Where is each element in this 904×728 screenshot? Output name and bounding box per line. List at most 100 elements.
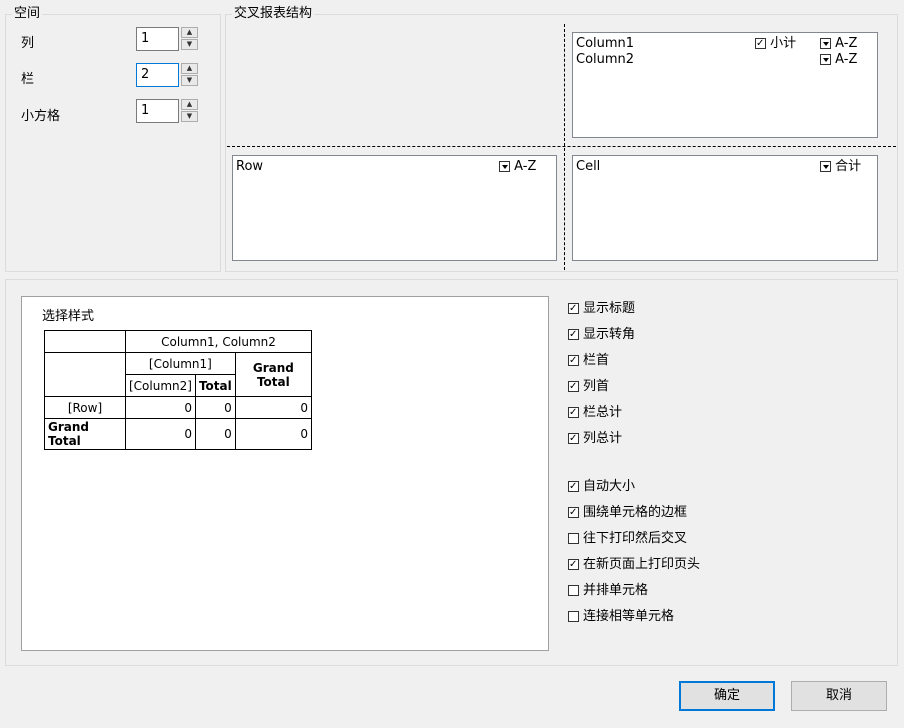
spacing-group-title: 空间 <box>12 6 43 21</box>
columns-input[interactable]: 1 <box>136 27 179 51</box>
rows-input[interactable]: 2 <box>136 63 179 87</box>
row-header-corner <box>44 352 126 397</box>
arrow-up-icon: ▲ <box>186 28 193 36</box>
cells-label: 小方格 <box>21 109 61 124</box>
structure-horizontal-divider <box>227 146 896 147</box>
columns-label: 列 <box>21 36 35 51</box>
cells-spinner[interactable]: 1 ▲ ▼ <box>136 99 198 123</box>
cancel-button[interactable]: 取消 <box>791 681 887 711</box>
column-field-1[interactable]: Column1 <box>576 36 634 52</box>
sort-label: A-Z <box>835 36 858 51</box>
row-label-cell: [Row] <box>44 396 126 419</box>
checked-checkbox-icon[interactable] <box>568 381 579 392</box>
checked-checkbox-icon[interactable] <box>568 303 579 314</box>
value-cell: 0 <box>234 418 313 450</box>
unchecked-checkbox-icon[interactable] <box>568 585 579 596</box>
columns-down-button[interactable]: ▼ <box>181 39 198 50</box>
option-3[interactable]: 列首 <box>568 379 609 395</box>
checked-checkbox-icon[interactable] <box>568 559 579 570</box>
unchecked-checkbox-icon[interactable] <box>568 611 579 622</box>
checked-checkbox-icon[interactable] <box>568 481 579 492</box>
value-cell: 0 <box>194 418 236 450</box>
row-field-sort[interactable]: A-Z <box>499 159 536 175</box>
rows-label: 栏 <box>21 72 35 87</box>
checked-checkbox-icon[interactable] <box>568 407 579 418</box>
option-label: 往下打印然后交叉 <box>583 531 688 546</box>
value-cell: 0 <box>194 396 236 419</box>
column-field-2-sort[interactable]: A-Z <box>820 52 857 68</box>
checked-checkbox-icon[interactable] <box>568 355 579 366</box>
ok-button[interactable]: 确定 <box>679 681 775 711</box>
column-field-2[interactable]: Column2 <box>576 52 634 68</box>
column1-header: [Column1] <box>125 352 236 375</box>
option-label: 列首 <box>583 379 610 394</box>
header-columns-cell: Column1, Column2 <box>125 330 312 353</box>
checked-checkbox-icon[interactable] <box>568 433 579 444</box>
option-label: 自动大小 <box>583 479 636 494</box>
option-0[interactable]: 显示标题 <box>568 301 635 317</box>
checked-checkbox-icon[interactable] <box>568 329 579 340</box>
arrow-down-icon: ▼ <box>186 112 193 120</box>
rows-down-button[interactable]: ▼ <box>181 75 198 86</box>
spacing-group: 空间 <box>5 7 221 272</box>
option-label: 显示转角 <box>583 327 636 342</box>
unchecked-checkbox-icon[interactable] <box>568 533 579 544</box>
arrow-up-icon: ▲ <box>186 64 193 72</box>
subtotal-checkbox[interactable] <box>755 38 766 49</box>
columns-spinner[interactable]: 1 ▲ ▼ <box>136 27 198 51</box>
aggregate-dropdown-icon[interactable] <box>820 161 831 172</box>
grand-total-row-label: Grand Total <box>44 418 126 450</box>
option-label: 围绕单元格的边框 <box>583 505 688 520</box>
cells-up-button[interactable]: ▲ <box>181 99 198 110</box>
total-header: Total <box>194 374 236 397</box>
option-label: 显示标题 <box>583 301 636 316</box>
column-field-1-subtotal[interactable]: 小计 <box>755 36 796 52</box>
option-7[interactable]: 围绕单元格的边框 <box>568 505 687 521</box>
row-field[interactable]: Row <box>236 159 263 175</box>
arrow-down-icon: ▼ <box>186 76 193 84</box>
option-label: 并排单元格 <box>583 583 649 598</box>
sort-dropdown-icon[interactable] <box>499 161 510 172</box>
cell-field-aggregate[interactable]: 合计 <box>820 159 861 175</box>
rows-spinner[interactable]: 2 ▲ ▼ <box>136 63 198 87</box>
rows-up-button[interactable]: ▲ <box>181 63 198 74</box>
aggregate-label: 合计 <box>835 159 862 174</box>
subtotal-label: 小计 <box>770 36 797 51</box>
value-cell: 0 <box>234 396 313 419</box>
option-label: 栏首 <box>583 353 610 368</box>
grand-total-column-header: Grand Total <box>234 352 313 397</box>
option-4[interactable]: 栏总计 <box>568 405 622 421</box>
option-label: 列总计 <box>583 431 623 446</box>
sort-dropdown-icon[interactable] <box>820 38 831 49</box>
option-1[interactable]: 显示转角 <box>568 327 635 343</box>
arrow-up-icon: ▲ <box>186 100 193 108</box>
value-cell: 0 <box>125 418 196 450</box>
option-8[interactable]: 往下打印然后交叉 <box>568 531 687 547</box>
checked-checkbox-icon[interactable] <box>568 507 579 518</box>
sort-label: A-Z <box>514 159 537 174</box>
sort-dropdown-icon[interactable] <box>820 54 831 65</box>
option-11[interactable]: 连接相等单元格 <box>568 609 674 625</box>
style-preview-title: 选择样式 <box>42 309 95 324</box>
structure-group-title: 交叉报表结构 <box>232 6 315 21</box>
structure-vertical-divider <box>564 24 565 270</box>
sort-label: A-Z <box>835 52 858 67</box>
option-label: 连接相等单元格 <box>583 609 675 624</box>
columns-up-button[interactable]: ▲ <box>181 27 198 38</box>
arrow-down-icon: ▼ <box>186 40 193 48</box>
option-2[interactable]: 栏首 <box>568 353 609 369</box>
column2-header: [Column2] <box>125 374 196 397</box>
option-5[interactable]: 列总计 <box>568 431 622 447</box>
option-9[interactable]: 在新页面上打印页头 <box>568 557 700 573</box>
cell-field[interactable]: Cell <box>576 159 600 175</box>
pivot-preview-table: Column1, Column2 [Column1] Grand Total [… <box>44 330 313 450</box>
option-10[interactable]: 并排单元格 <box>568 583 648 599</box>
column-field-1-sort[interactable]: A-Z <box>820 36 857 52</box>
value-cell: 0 <box>125 396 196 419</box>
option-label: 栏总计 <box>583 405 623 420</box>
cells-down-button[interactable]: ▼ <box>181 111 198 122</box>
corner-cell <box>44 330 126 353</box>
option-label: 在新页面上打印页头 <box>583 557 701 572</box>
cells-input[interactable]: 1 <box>136 99 179 123</box>
option-6[interactable]: 自动大小 <box>568 479 635 495</box>
